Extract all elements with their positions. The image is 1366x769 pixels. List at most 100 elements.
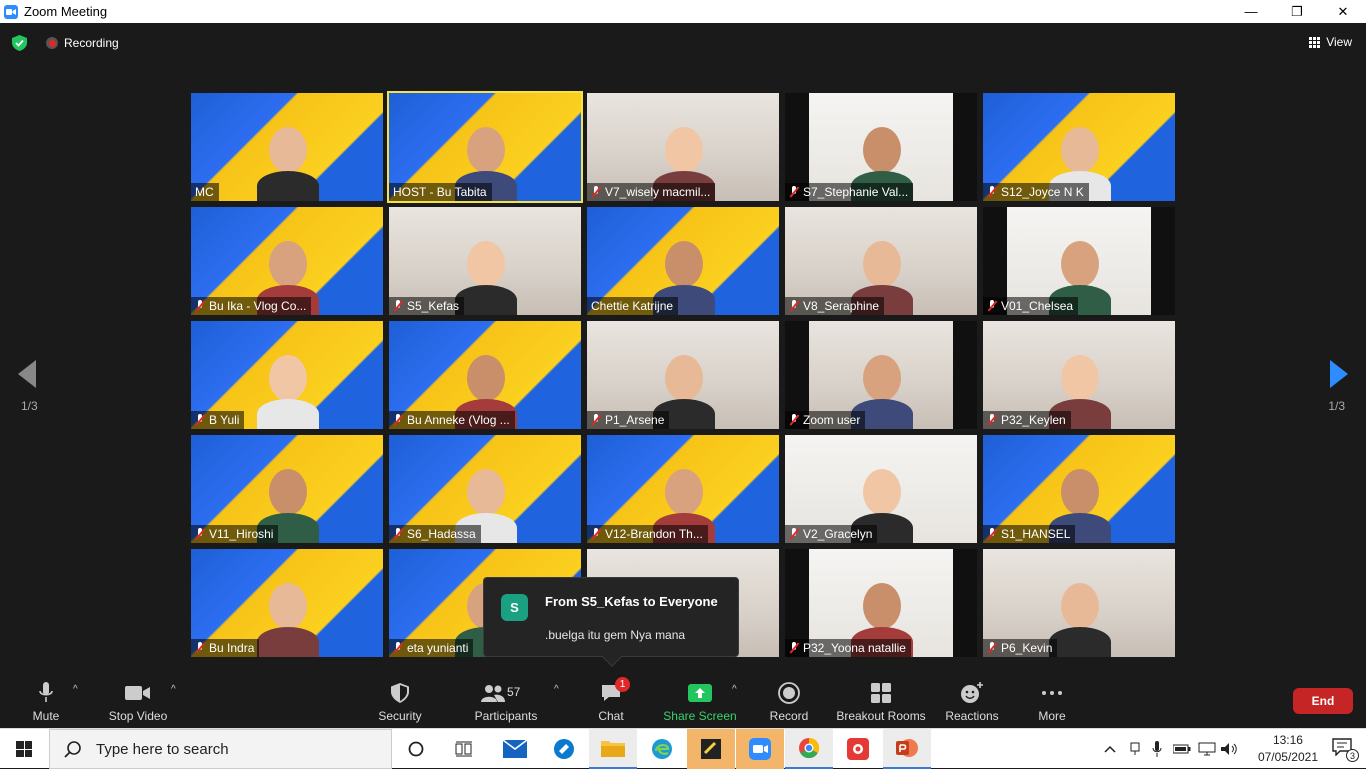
feedback-app-button[interactable] <box>540 729 588 769</box>
security-button[interactable]: Security <box>370 674 430 728</box>
taskbar-search[interactable]: Type here to search <box>49 729 392 769</box>
chat-notification[interactable]: S From S5_Kefas to Everyone .buelga itu … <box>483 577 739 667</box>
participant-video-tile[interactable]: Bu Indra <box>191 549 383 657</box>
cortana-button[interactable] <box>392 729 440 769</box>
participant-name-label: S7_Stephanie Val... <box>785 183 914 201</box>
audio-options-caret-icon[interactable]: ^ <box>73 684 78 695</box>
participant-name: S7_Stephanie Val... <box>803 185 909 199</box>
participant-video-tile[interactable]: V7_wisely macmil... <box>587 93 779 201</box>
more-button[interactable]: More <box>1030 674 1074 728</box>
security-shield-icon[interactable] <box>12 35 27 51</box>
participant-name-label: V7_wisely macmil... <box>587 183 716 201</box>
action-center-button[interactable]: 3 <box>1332 738 1359 762</box>
recording-indicator[interactable]: Recording <box>46 36 119 50</box>
record-button[interactable]: Record <box>765 674 813 728</box>
stop-video-button[interactable]: Stop Video <box>104 674 172 728</box>
participant-name: P32_Keylen <box>1001 413 1066 427</box>
participant-video-tile[interactable]: Zoom user <box>785 321 977 429</box>
participant-video-tile[interactable]: S1_HANSEL <box>983 435 1175 543</box>
muted-mic-icon <box>195 642 205 654</box>
file-explorer-button[interactable] <box>589 729 637 769</box>
participant-video-tile[interactable]: MC <box>191 93 383 201</box>
video-options-caret-icon[interactable]: ^ <box>171 684 176 695</box>
zoom-taskbar-button[interactable] <box>736 729 784 769</box>
chat-button[interactable]: 1 Chat <box>590 674 632 728</box>
share-screen-button[interactable]: Share Screen <box>660 674 740 728</box>
start-button[interactable] <box>0 729 48 769</box>
participant-video-tile[interactable]: Bu Anneke (Vlog ... <box>389 321 581 429</box>
participant-video-tile[interactable]: Chettie Katrijne <box>587 207 779 315</box>
participant-video-tile[interactable]: S5_Kefas <box>389 207 581 315</box>
powerpoint-button[interactable] <box>883 729 931 769</box>
participant-name-label: Bu Anneke (Vlog ... <box>389 411 515 429</box>
end-meeting-button[interactable]: End <box>1293 688 1353 714</box>
folder-icon <box>601 741 625 757</box>
muted-mic-icon <box>195 300 205 312</box>
window-title: Zoom Meeting <box>24 4 108 19</box>
participant-video-tile[interactable]: S12_Joyce N K <box>983 93 1175 201</box>
muted-mic-icon <box>789 300 799 312</box>
microphone-tray-icon[interactable] <box>1148 729 1166 769</box>
maximize-button[interactable]: ❐ <box>1274 0 1320 23</box>
sticky-notes-button[interactable] <box>687 729 735 769</box>
participant-video-tile[interactable]: V01_Chelsea <box>983 207 1175 315</box>
screen-recorder-button[interactable] <box>834 729 882 769</box>
edge-browser-button[interactable] <box>638 729 686 769</box>
participants-options-caret-icon[interactable]: ^ <box>554 684 559 695</box>
participant-video-tile[interactable]: P6_Kevin <box>983 549 1175 657</box>
participant-video-tile[interactable]: V2_Gracelyn <box>785 435 977 543</box>
chrome-button[interactable] <box>785 729 833 769</box>
search-icon <box>64 741 81 758</box>
participant-video-tile[interactable]: S7_Stephanie Val... <box>785 93 977 201</box>
task-view-button[interactable] <box>440 729 488 769</box>
participant-video-tile[interactable]: Bu Ika - Vlog Co... <box>191 207 383 315</box>
participant-video-tile[interactable]: B Yuli <box>191 321 383 429</box>
participants-button[interactable]: 57 Participants <box>470 674 542 728</box>
share-options-caret-icon[interactable]: ^ <box>732 684 737 695</box>
view-button[interactable]: View <box>1309 35 1352 49</box>
participant-video-tile[interactable]: V12-Brandon Th... <box>587 435 779 543</box>
participant-name-label: Bu Indra <box>191 639 260 657</box>
participant-face <box>863 127 901 173</box>
meeting-topbar: Recording View <box>0 23 1366 63</box>
minimize-button[interactable]: — <box>1228 0 1274 23</box>
network-tray-icon[interactable] <box>1196 729 1218 769</box>
previous-page-arrow-icon[interactable] <box>18 360 38 388</box>
security-label: Security <box>378 709 422 723</box>
muted-mic-icon <box>987 642 997 654</box>
record-label: Record <box>769 709 809 723</box>
reactions-button[interactable]: Reactions <box>943 674 1001 728</box>
participant-name: eta yunianti <box>407 641 469 655</box>
participant-video-tile[interactable]: HOST - Bu Tabita <box>387 91 583 203</box>
sticky-note-icon <box>701 739 721 759</box>
participant-video-tile[interactable]: P32_Keylen <box>983 321 1175 429</box>
participant-video-tile[interactable]: P1_Arsene <box>587 321 779 429</box>
participant-face <box>467 469 505 515</box>
participant-video-tile[interactable]: V8_Seraphine <box>785 207 977 315</box>
participant-video-tile[interactable]: P32_Yoona natallie <box>785 549 977 657</box>
participant-name: Bu Indra <box>209 641 255 655</box>
close-window-button[interactable]: ✕ <box>1320 0 1366 23</box>
mic-tray-icon <box>1152 741 1162 757</box>
mute-button[interactable]: Mute <box>22 674 70 728</box>
participant-video-tile[interactable]: S6_Hadassa <box>389 435 581 543</box>
participant-video-tile[interactable]: V11_Hiroshi <box>191 435 383 543</box>
breakout-rooms-button[interactable]: Breakout Rooms <box>834 674 928 728</box>
participant-figure <box>455 285 517 315</box>
task-view-icon <box>455 741 472 757</box>
share-screen-label: Share Screen <box>663 709 737 723</box>
usb-tray-icon[interactable] <box>1126 729 1144 769</box>
next-page-arrow-icon[interactable] <box>1328 360 1348 388</box>
taskbar-clock[interactable]: 13:16 07/05/2021 <box>1258 732 1318 766</box>
page-indicator-right: 1/3 <box>1328 399 1345 413</box>
volume-tray-icon[interactable] <box>1220 729 1240 769</box>
zoom-app-icon <box>4 4 18 19</box>
participant-name: V01_Chelsea <box>1001 299 1074 313</box>
show-hidden-icons-button[interactable] <box>1100 729 1120 769</box>
mail-app-button[interactable] <box>491 729 539 769</box>
participant-name-label: V8_Seraphine <box>785 297 885 315</box>
participant-face <box>665 355 703 401</box>
battery-tray-icon[interactable] <box>1172 729 1192 769</box>
participant-name: S5_Kefas <box>407 299 460 313</box>
muted-mic-icon <box>195 414 205 426</box>
